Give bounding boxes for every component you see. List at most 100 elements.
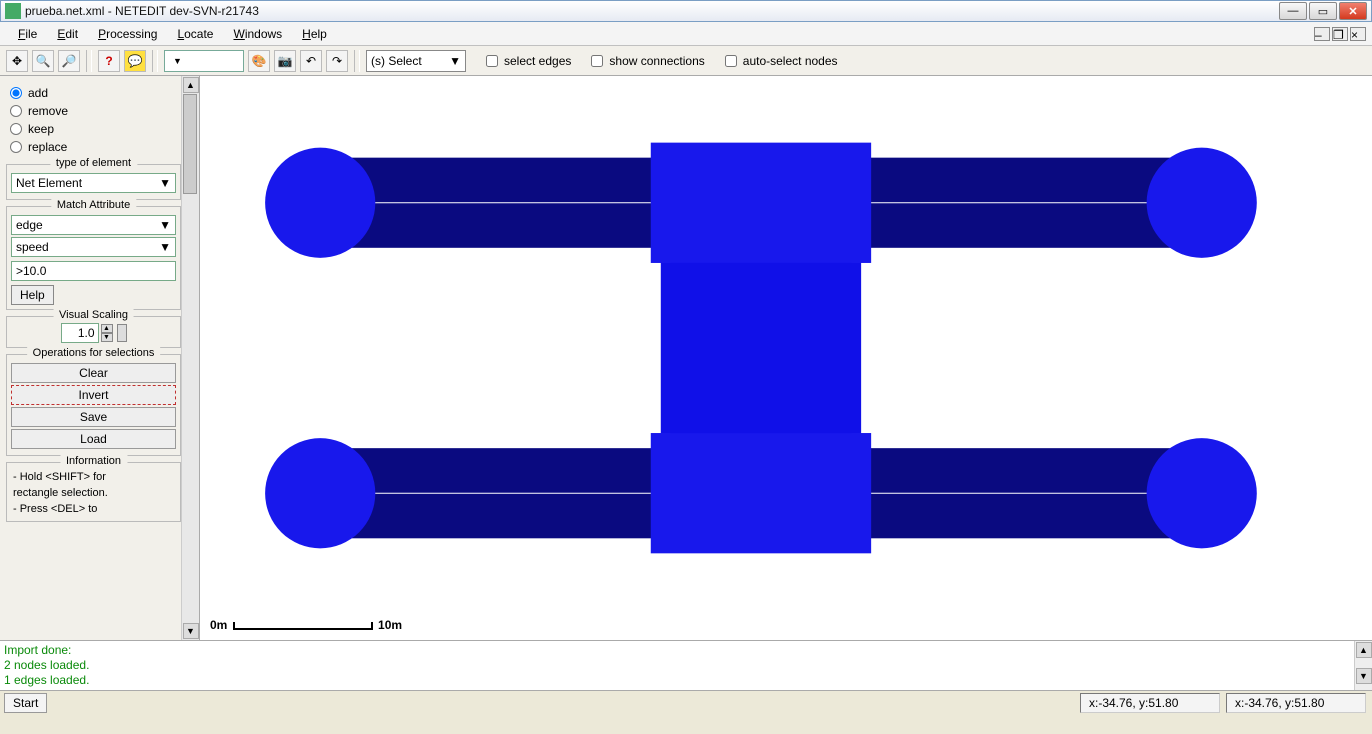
match-attr-combo[interactable]: speed ▼: [11, 237, 176, 257]
visual-scaling-input[interactable]: [61, 323, 99, 343]
chevron-down-icon: ▼: [159, 218, 171, 232]
canvas[interactable]: 0m 10m: [200, 76, 1372, 640]
radio-add[interactable]: [10, 87, 22, 99]
node[interactable]: [265, 438, 375, 548]
start-button[interactable]: Start: [4, 693, 47, 713]
close-button[interactable]: ✕: [1339, 2, 1367, 20]
mdi-restore-button[interactable]: ❐: [1332, 27, 1348, 41]
radio-add-label: add: [28, 86, 48, 100]
scale-bar: [233, 622, 373, 630]
menu-file[interactable]: File: [8, 25, 47, 43]
log-area: Import done: 2 nodes loaded. 1 edges loa…: [0, 640, 1372, 690]
menu-edit[interactable]: Edit: [47, 25, 88, 43]
radio-keep-label: keep: [28, 122, 54, 136]
undo-icon[interactable]: ↶: [300, 50, 322, 72]
radio-remove-label: remove: [28, 104, 68, 118]
visual-scaling-panel: Visual Scaling ▲ ▼: [6, 316, 181, 348]
radio-remove[interactable]: [10, 105, 22, 117]
scroll-down-button[interactable]: ▼: [183, 623, 199, 639]
modify-mode-group: add remove keep replace: [6, 84, 197, 156]
auto-select-nodes-input[interactable]: [725, 55, 737, 67]
match-attribute-panel: Match Attribute edge ▼ speed ▼ Help: [6, 206, 181, 310]
scheme-combo[interactable]: ▼: [164, 50, 244, 72]
radio-replace[interactable]: [10, 141, 22, 153]
invert-button[interactable]: Invert: [11, 385, 176, 405]
select-edges-checkbox[interactable]: select edges: [486, 54, 571, 68]
sidebar: add remove keep replace type of element …: [0, 76, 200, 640]
type-of-element-combo[interactable]: Net Element ▼: [11, 173, 176, 193]
log-scrollbar[interactable]: ▲ ▼: [1354, 641, 1372, 690]
show-connections-label: show connections: [609, 54, 704, 68]
information-panel: Information - Hold <SHIFT> for rectangle…: [6, 462, 181, 522]
scroll-up-button[interactable]: ▲: [183, 77, 199, 93]
locate-tool-icon[interactable]: 🔎: [58, 50, 80, 72]
scale-right: 10m: [378, 618, 402, 632]
info-line-2: rectangle selection.: [11, 485, 176, 501]
separator: [86, 50, 92, 72]
type-of-element-legend: type of element: [50, 157, 137, 169]
move-tool-icon[interactable]: ✥: [6, 50, 28, 72]
window-buttons: — ▭ ✕: [1279, 2, 1367, 20]
match-help-button[interactable]: Help: [11, 285, 54, 305]
scroll-thumb[interactable]: [183, 94, 197, 194]
radio-replace-label: replace: [28, 140, 67, 154]
toolbar: ✥ 🔍 🔎 ? 💬 ▼ 🎨 📷 ↶ ↷ (s) Select ▼ select …: [0, 46, 1372, 76]
title-bar: prueba.net.xml - NETEDIT dev-SVN-r21743 …: [0, 0, 1372, 22]
node[interactable]: [1147, 438, 1257, 548]
camera-icon[interactable]: 📷: [274, 50, 296, 72]
menu-processing[interactable]: Processing: [88, 25, 167, 43]
coord-display-1: x:-34.76, y:51.80: [1080, 693, 1220, 713]
scale-slider-icon[interactable]: [117, 324, 127, 342]
log-line: Import done:: [4, 643, 1368, 658]
log-line: 1 edges loaded.: [4, 673, 1368, 688]
radio-keep[interactable]: [10, 123, 22, 135]
colorwheel-icon[interactable]: 🎨: [248, 50, 270, 72]
separator: [354, 50, 360, 72]
sidebar-scrollbar[interactable]: ▲ ▼: [181, 76, 199, 640]
redo-icon[interactable]: ↷: [326, 50, 348, 72]
select-edges-label: select edges: [504, 54, 571, 68]
spin-up-button[interactable]: ▲: [101, 324, 113, 333]
status-bar: Start x:-34.76, y:51.80 x:-34.76, y:51.8…: [0, 690, 1372, 714]
junction-bottom[interactable]: [651, 433, 871, 553]
auto-select-nodes-label: auto-select nodes: [743, 54, 838, 68]
node[interactable]: [1147, 148, 1257, 258]
menu-locate[interactable]: Locate: [167, 25, 223, 43]
zoom-tool-icon[interactable]: 🔍: [32, 50, 54, 72]
info-line-3: - Press <DEL> to: [11, 501, 176, 517]
mode-select-combo[interactable]: (s) Select ▼: [366, 50, 466, 72]
show-connections-checkbox[interactable]: show connections: [591, 54, 704, 68]
maximize-button[interactable]: ▭: [1309, 2, 1337, 20]
match-tag-combo[interactable]: edge ▼: [11, 215, 176, 235]
select-edges-input[interactable]: [486, 55, 498, 67]
match-expr-input[interactable]: [11, 261, 176, 281]
information-legend: Information: [60, 455, 127, 467]
node[interactable]: [265, 148, 375, 258]
spin-down-button[interactable]: ▼: [101, 333, 113, 342]
junction-top[interactable]: [651, 143, 871, 263]
minimize-button[interactable]: —: [1279, 2, 1307, 20]
auto-select-nodes-checkbox[interactable]: auto-select nodes: [725, 54, 838, 68]
log-line: 2 nodes loaded.: [4, 658, 1368, 673]
tooltip-icon[interactable]: 💬: [124, 50, 146, 72]
match-tag-value: edge: [16, 218, 43, 232]
mdi-close-button[interactable]: ×: [1350, 27, 1366, 41]
mdi-minimize-button[interactable]: –: [1314, 27, 1330, 41]
help-icon[interactable]: ?: [98, 50, 120, 72]
window-title: prueba.net.xml - NETEDIT dev-SVN-r21743: [25, 4, 1279, 18]
scale-indicator: 0m 10m: [210, 618, 402, 632]
menu-help[interactable]: Help: [292, 25, 337, 43]
menu-windows[interactable]: Windows: [223, 25, 292, 43]
chevron-down-icon: ▼: [159, 176, 171, 190]
scale-left: 0m: [210, 618, 227, 632]
scroll-down-button[interactable]: ▼: [1356, 668, 1372, 684]
show-connections-input[interactable]: [591, 55, 603, 67]
operations-legend: Operations for selections: [27, 347, 161, 359]
menu-bar: File Edit Processing Locate Windows Help…: [0, 22, 1372, 46]
clear-button[interactable]: Clear: [11, 363, 176, 383]
scroll-up-button[interactable]: ▲: [1356, 642, 1372, 658]
chevron-down-icon: ▼: [159, 240, 171, 254]
network-view[interactable]: [200, 76, 1372, 640]
save-button[interactable]: Save: [11, 407, 176, 427]
load-button[interactable]: Load: [11, 429, 176, 449]
